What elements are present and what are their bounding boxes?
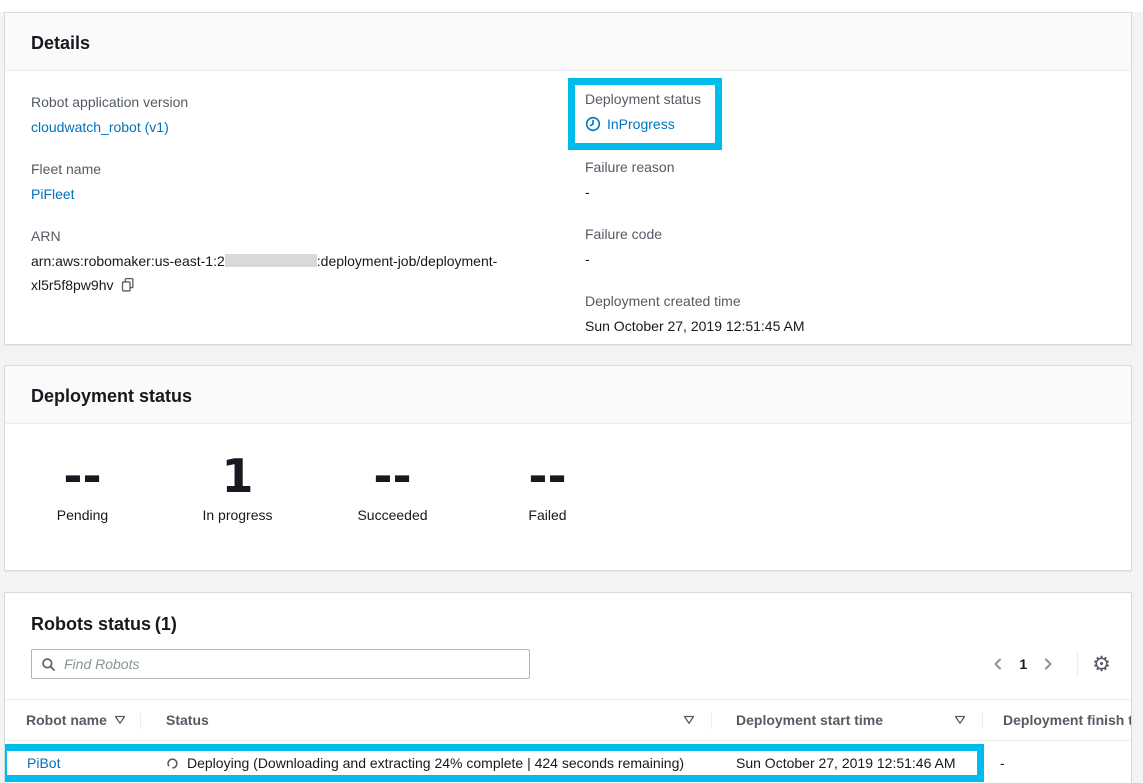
failure-code-label: Failure code xyxy=(585,223,1105,245)
stat-succeeded-value: -- xyxy=(315,450,470,502)
top-strip xyxy=(0,0,1143,12)
failure-code-field: Failure code - xyxy=(585,223,1105,271)
deployment-status-highlight-box: Deployment status InProgress xyxy=(568,78,722,150)
deployment-status-label: Deployment status xyxy=(585,88,705,110)
search-icon xyxy=(41,657,56,672)
chevron-left-icon xyxy=(991,660,1005,675)
column-header-finish-time[interactable]: Deployment finish time xyxy=(983,700,1131,740)
filter-triangle-icon[interactable] xyxy=(954,715,966,725)
search-input[interactable] xyxy=(64,656,520,672)
details-body: Robot application version cloudwatch_rob… xyxy=(5,71,1131,345)
robots-toolbar: 1 ⚙ xyxy=(5,649,1131,679)
failure-reason-field: Failure reason - xyxy=(585,156,1105,204)
table-preferences-button[interactable]: ⚙ xyxy=(1092,654,1111,675)
stat-failed-value: -- xyxy=(470,450,625,502)
robots-toolbar-right: 1 ⚙ xyxy=(985,651,1111,677)
column-header-robot-name[interactable]: Robot name xyxy=(5,700,141,740)
stat-succeeded: -- Succeeded xyxy=(315,450,470,526)
spinner-icon xyxy=(166,757,179,770)
robot-status-text: Deploying (Downloading and extracting 24… xyxy=(187,755,684,771)
row-highlight-box: PiBot Deploying (Downloading and extract… xyxy=(4,744,984,782)
details-panel: Details Robot application version cloudw… xyxy=(4,12,1132,345)
table-row: PiBot Deploying (Downloading and extract… xyxy=(5,741,1131,783)
robots-status-title-row: Robots status (1) xyxy=(5,611,1131,637)
robot-app-version-field: Robot application version cloudwatch_rob… xyxy=(31,91,585,139)
robots-table-header: Robot name Status Deployment start time … xyxy=(5,699,1131,741)
robots-status-panel: Robots status (1) 1 ⚙ Robot name xyxy=(4,592,1132,783)
created-time-field: Deployment created time Sun October 27, … xyxy=(585,290,1105,338)
failure-reason-label: Failure reason xyxy=(585,156,1105,178)
robomaker-deployment-page: Details Robot application version cloudw… xyxy=(0,0,1143,783)
column-label-robot-name: Robot name xyxy=(26,712,107,728)
robots-status-title: Robots status xyxy=(31,614,151,634)
fleet-name-label: Fleet name xyxy=(31,158,585,180)
robots-table: Robot name Status Deployment start time … xyxy=(5,699,1131,783)
stat-failed: -- Failed xyxy=(470,450,625,526)
chevron-right-icon xyxy=(1041,660,1055,675)
deployment-status-value: InProgress xyxy=(585,112,705,136)
robots-status-count: (1) xyxy=(155,614,177,634)
arn-value: arn:aws:robomaker:us-east-1:2 :deployment… xyxy=(31,249,585,297)
robot-app-version-link[interactable]: cloudwatch_robot (v1) xyxy=(31,119,169,135)
pagination-prev-button[interactable] xyxy=(985,654,1011,674)
details-panel-header: Details xyxy=(5,13,1131,71)
arn-redacted-account xyxy=(225,254,317,267)
column-label-finish-time: Deployment finish time xyxy=(1003,712,1131,728)
details-right-column: Deployment status InProgress Failure rea… xyxy=(585,91,1105,345)
robot-status-cell: Deploying (Downloading and extracting 24… xyxy=(141,755,712,771)
arn-line2: xl5r5f8pw9hv xyxy=(31,277,114,293)
deployment-status-panel: Deployment status -- Pending 1 In progre… xyxy=(4,365,1132,571)
arn-label: ARN xyxy=(31,225,585,247)
stat-pending-value: -- xyxy=(5,450,160,502)
in-progress-clock-icon xyxy=(585,116,601,132)
stat-pending-label: Pending xyxy=(5,504,160,526)
details-left-column: Robot application version cloudwatch_rob… xyxy=(31,91,585,345)
created-time-value: Sun October 27, 2019 12:51:45 AM xyxy=(585,314,1105,338)
deployment-status-panel-title: Deployment status xyxy=(31,383,1105,409)
created-time-label: Deployment created time xyxy=(585,290,1105,312)
arn-field: ARN arn:aws:robomaker:us-east-1:2 :deploy… xyxy=(31,225,585,297)
row-highlight-inner: PiBot Deploying (Downloading and extract… xyxy=(7,751,977,775)
stat-in-progress-label: In progress xyxy=(160,504,315,526)
arn-mid: :deployment-job/deployment- xyxy=(317,253,498,269)
fleet-name-field: Fleet name PiFleet xyxy=(31,158,585,206)
column-label-status: Status xyxy=(166,712,209,728)
settings-gear-icon: ⚙ xyxy=(1092,653,1111,676)
filter-triangle-icon[interactable] xyxy=(114,715,126,725)
fleet-name-link[interactable]: PiFleet xyxy=(31,186,75,202)
robot-name-link[interactable]: PiBot xyxy=(27,755,60,771)
failure-reason-value: - xyxy=(585,180,1105,204)
toolbar-divider xyxy=(1077,651,1078,677)
stat-failed-label: Failed xyxy=(470,504,625,526)
deployment-status-text: InProgress xyxy=(607,112,675,136)
deployment-stats-row: -- Pending 1 In progress -- Succeeded --… xyxy=(5,424,1131,526)
stat-in-progress-value: 1 xyxy=(160,450,315,502)
stat-in-progress: 1 In progress xyxy=(160,450,315,526)
copy-icon xyxy=(120,281,135,296)
robots-search-box[interactable] xyxy=(31,649,530,679)
pagination-next-button[interactable] xyxy=(1035,654,1061,674)
deployment-status-panel-header: Deployment status xyxy=(5,366,1131,424)
failure-code-value: - xyxy=(585,247,1105,271)
stat-succeeded-label: Succeeded xyxy=(315,504,470,526)
arn-prefix: arn:aws:robomaker:us-east-1:2 xyxy=(31,253,225,269)
column-header-status[interactable]: Status xyxy=(141,700,712,740)
robot-finish-time-cell: - xyxy=(1000,744,1005,782)
column-header-start-time[interactable]: Deployment start time xyxy=(712,700,983,740)
filter-triangle-icon[interactable] xyxy=(683,715,695,725)
column-label-start-time: Deployment start time xyxy=(736,712,883,728)
stat-pending: -- Pending xyxy=(5,450,160,526)
pagination-current-page[interactable]: 1 xyxy=(1019,656,1027,672)
robot-start-time-cell: Sun October 27, 2019 12:51:46 AM xyxy=(712,755,977,771)
details-panel-title: Details xyxy=(31,30,1105,56)
robot-app-version-label: Robot application version xyxy=(31,91,585,113)
copy-arn-button[interactable] xyxy=(120,277,135,296)
